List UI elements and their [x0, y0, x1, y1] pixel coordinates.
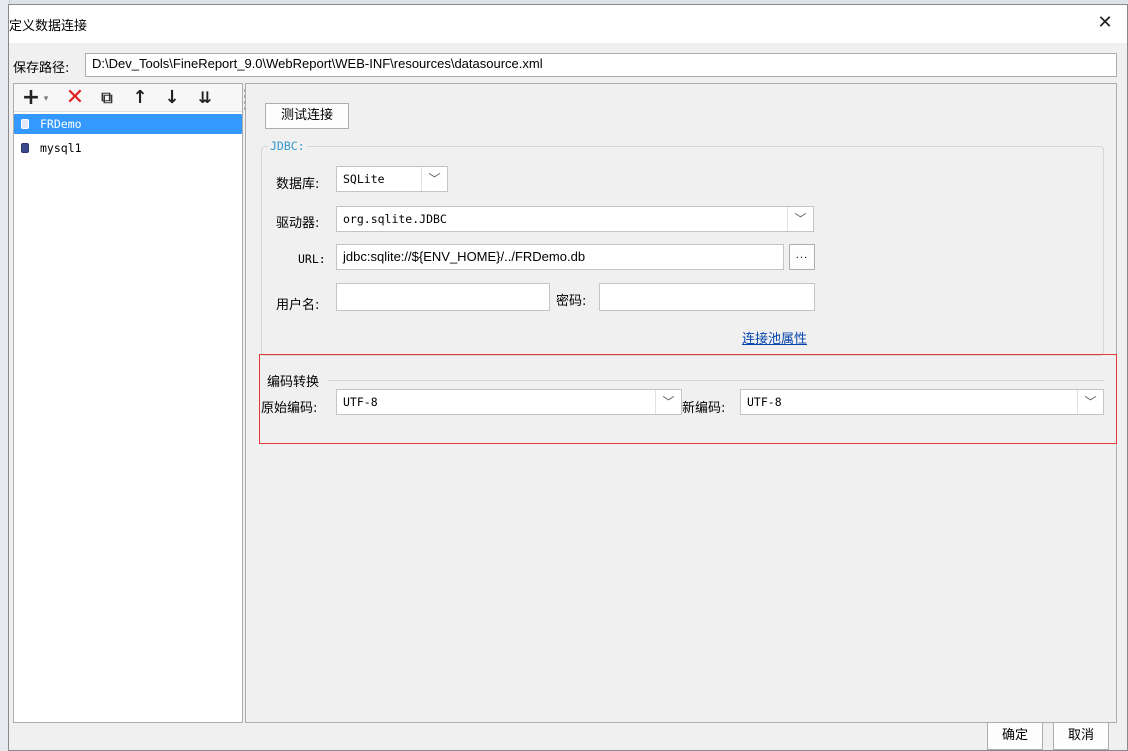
add-dropdown-icon[interactable]: ▾: [41, 87, 51, 111]
connection-settings-panel: 测试连接 JDBC: 数据库: SQLite ﹀ 驱动器: org.sqlite…: [245, 83, 1117, 723]
password-label: 密码:: [556, 294, 587, 309]
url-browse-button[interactable]: ...: [789, 244, 815, 270]
new-encoding-select[interactable]: UTF-8 ﹀: [740, 389, 1104, 415]
driver-select[interactable]: org.sqlite.JDBC ﹀: [336, 206, 814, 232]
database-icon: [21, 143, 29, 153]
ok-button[interactable]: 确定: [987, 722, 1043, 750]
save-path-label: 保存路径:: [13, 61, 70, 76]
database-select-value: SQLite: [343, 172, 385, 186]
original-encoding-label: 原始编码:: [261, 401, 318, 416]
username-label: 用户名:: [276, 298, 320, 313]
datasource-item-label: mysql1: [40, 141, 82, 155]
datasource-item-label: FRDemo: [40, 117, 82, 131]
datasource-toolbar: + ▾ ✕ ⧉ ↑ ↓ ⇊: [14, 84, 247, 112]
copy-icon[interactable]: ⧉: [96, 86, 118, 110]
move-down-icon[interactable]: ↓: [162, 86, 182, 110]
driver-label: 驱动器:: [276, 216, 320, 231]
new-encoding-label: 新编码:: [682, 401, 726, 416]
driver-select-value: org.sqlite.JDBC: [343, 212, 447, 226]
add-icon[interactable]: +: [20, 86, 42, 110]
window-title: 定义数据连接: [9, 19, 88, 34]
title-bar: 定义数据连接 ✕: [9, 5, 1127, 43]
define-data-connection-dialog: 定义数据连接 ✕ 保存路径: D:\Dev_Tools\FineReport_9…: [8, 4, 1128, 751]
original-encoding-value: UTF-8: [343, 395, 378, 409]
jdbc-group-title: JDBC:: [268, 139, 307, 153]
database-icon: [21, 119, 29, 129]
url-label: URL:: [298, 252, 326, 266]
chevron-down-icon[interactable]: ﹀: [421, 167, 447, 191]
database-select[interactable]: SQLite ﹀: [336, 166, 448, 192]
save-path-field[interactable]: D:\Dev_Tools\FineReport_9.0\WebReport\WE…: [85, 53, 1117, 77]
chevron-down-icon[interactable]: ﹀: [787, 207, 813, 231]
database-label: 数据库:: [276, 177, 320, 192]
username-field[interactable]: [336, 283, 550, 311]
datasource-list-panel: + ▾ ✕ ⧉ ↑ ↓ ⇊ FRDemo mysql1: [13, 83, 247, 723]
test-connection-button[interactable]: 测试连接: [265, 103, 349, 129]
delete-icon[interactable]: ✕: [64, 86, 86, 110]
password-field[interactable]: [599, 283, 815, 311]
datasource-item-mysql1[interactable]: mysql1: [14, 138, 242, 158]
chevron-down-icon[interactable]: ﹀: [655, 390, 681, 414]
sort-icon[interactable]: ⇊: [192, 86, 218, 110]
close-icon[interactable]: ✕: [1093, 11, 1117, 35]
encoding-section-title: 编码转换: [267, 375, 320, 390]
save-path-row: 保存路径: D:\Dev_Tools\FineReport_9.0\WebRep…: [13, 53, 1121, 77]
new-encoding-value: UTF-8: [747, 395, 782, 409]
original-encoding-select[interactable]: UTF-8 ﹀: [336, 389, 682, 415]
chevron-down-icon[interactable]: ﹀: [1077, 390, 1103, 414]
move-up-icon[interactable]: ↑: [130, 86, 150, 110]
connection-pool-properties-link[interactable]: 连接池属性: [742, 328, 807, 347]
cancel-button[interactable]: 取消: [1053, 722, 1109, 750]
url-field[interactable]: jdbc:sqlite://${ENV_HOME}/../FRDemo.db: [336, 244, 784, 270]
datasource-item-frdemo[interactable]: FRDemo: [14, 114, 242, 134]
encoding-divider: [328, 380, 1104, 381]
